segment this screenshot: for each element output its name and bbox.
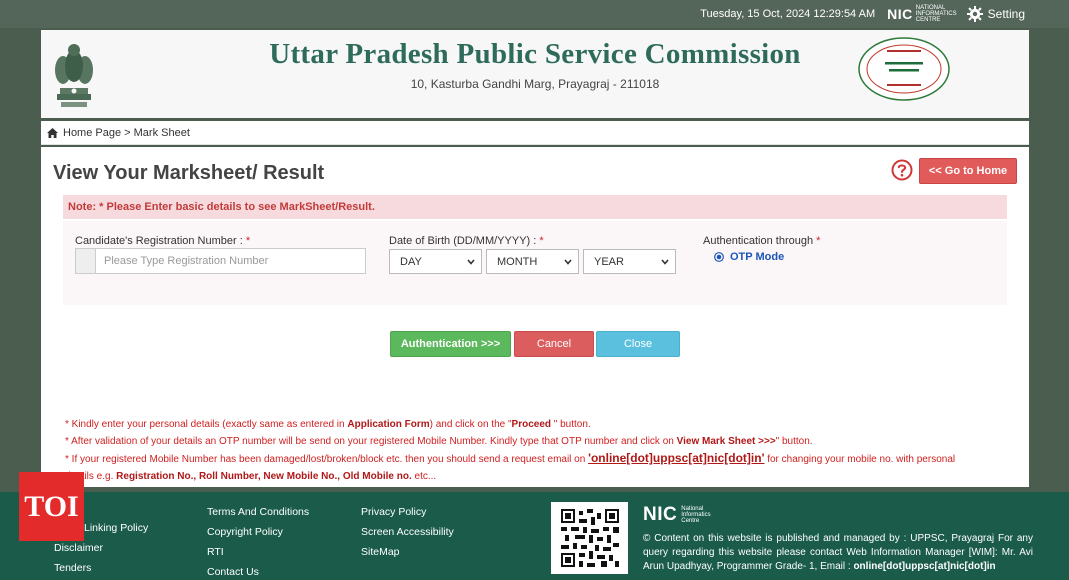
dob-day-select[interactable]: DAY — [389, 249, 482, 274]
breadcrumb-current: Mark Sheet — [133, 126, 190, 139]
footer-link-rti[interactable]: RTI — [207, 542, 309, 562]
instruction-line: * Kindly enter your personal details (ex… — [65, 419, 591, 430]
chevron-down-icon — [467, 258, 475, 265]
authentication-through-label: Authentication through * — [703, 235, 821, 247]
radio-selected-icon — [714, 252, 724, 262]
dob-month-select[interactable]: MONTH — [486, 249, 579, 274]
commission-seal-icon — [858, 37, 950, 101]
go-to-home-button[interactable]: << Go to Home — [919, 158, 1017, 184]
cancel-button[interactable]: Cancel — [514, 331, 594, 357]
main-panel: View Your Marksheet/ Result << Go to Hom… — [41, 147, 1029, 487]
note-banner: Note: * Please Enter basic details to se… — [63, 195, 1007, 219]
footer-link-tenders[interactable]: Tenders — [54, 558, 148, 578]
authentication-button[interactable]: Authentication >>> — [390, 331, 511, 357]
breadcrumb-separator: > — [121, 126, 134, 139]
footer-link-copyright[interactable]: Copyright Policy — [207, 522, 309, 542]
top-info-bar: Tuesday, 15 Oct, 2024 12:29:54 AM NIC NA… — [0, 0, 1069, 28]
setting-label: Setting — [987, 7, 1025, 21]
home-icon — [47, 127, 58, 138]
registration-input-addon — [76, 249, 96, 273]
close-button[interactable]: Close — [596, 331, 680, 357]
qr-code-icon — [560, 509, 619, 567]
footer-link-privacy[interactable]: Privacy Policy — [361, 502, 454, 522]
nic-logo: NIC National Informatics Centre — [643, 504, 711, 525]
instruction-line: * After validation of your details an OT… — [65, 436, 813, 447]
setting-button[interactable]: Setting — [966, 6, 1025, 22]
footer-links-col2: Terms And Conditions Copyright Policy RT… — [207, 502, 309, 580]
otp-mode-radio[interactable]: OTP Mode — [714, 251, 784, 263]
instructions: * Kindly enter your personal details (ex… — [65, 416, 1005, 485]
footer-link-contact-us[interactable]: Contact Us — [207, 562, 309, 580]
support-email-link[interactable]: 'online[dot]uppsc[at]nic[dot]in' — [588, 451, 764, 465]
current-datetime: Tuesday, 15 Oct, 2024 12:29:54 AM — [700, 8, 876, 20]
breadcrumb-home-link[interactable]: Home Page — [63, 127, 121, 139]
qr-code — [551, 502, 628, 574]
page-title: View Your Marksheet/ Result — [53, 162, 325, 184]
nic-logo-small: NIC NATIONAL INFORMATICS CENTRE — [887, 5, 957, 23]
instruction-line: details e.g. Registration No., Roll Numb… — [65, 471, 437, 482]
gear-icon — [966, 6, 983, 22]
footer-link-sitemap[interactable]: SiteMap — [361, 542, 454, 562]
note-text: * Please Enter basic details to see Mark… — [96, 201, 375, 213]
marksheet-form: Candidate's Registration Number : * Date… — [63, 221, 1007, 305]
site-header: Uttar Pradesh Public Service Commission … — [41, 30, 1029, 118]
footer-email: online[dot]uppsc[at]nic[dot]in — [853, 561, 996, 572]
footer-link-disclaimer[interactable]: Disclaimer — [54, 538, 148, 558]
help-icon[interactable] — [891, 159, 913, 181]
toi-watermark-logo: TOI — [19, 472, 84, 541]
site-footer: Linking Policy Disclaimer Tenders Terms … — [0, 492, 1069, 580]
date-of-birth-label: Date of Birth (DD/MM/YYYY) : * — [389, 235, 544, 247]
footer-info-text: © Content on this website is published a… — [643, 533, 1033, 572]
registration-number-input[interactable] — [96, 249, 365, 273]
footer-link-terms[interactable]: Terms And Conditions — [207, 502, 309, 522]
registration-number-label: Candidate's Registration Number : * — [75, 235, 251, 247]
chevron-down-icon — [661, 258, 669, 265]
dob-year-select[interactable]: YEAR — [583, 249, 676, 274]
footer-links-col3: Privacy Policy Screen Accessibility Site… — [361, 502, 454, 562]
registration-number-field-group — [75, 248, 366, 274]
otp-mode-label: OTP Mode — [730, 251, 785, 263]
note-label: Note: — [68, 201, 97, 213]
instruction-line: * If your registered Mobile Number has b… — [65, 451, 956, 465]
footer-link-accessibility[interactable]: Screen Accessibility — [361, 522, 454, 542]
chevron-down-icon — [564, 258, 572, 265]
breadcrumb: Home Page > Mark Sheet — [41, 121, 1029, 145]
